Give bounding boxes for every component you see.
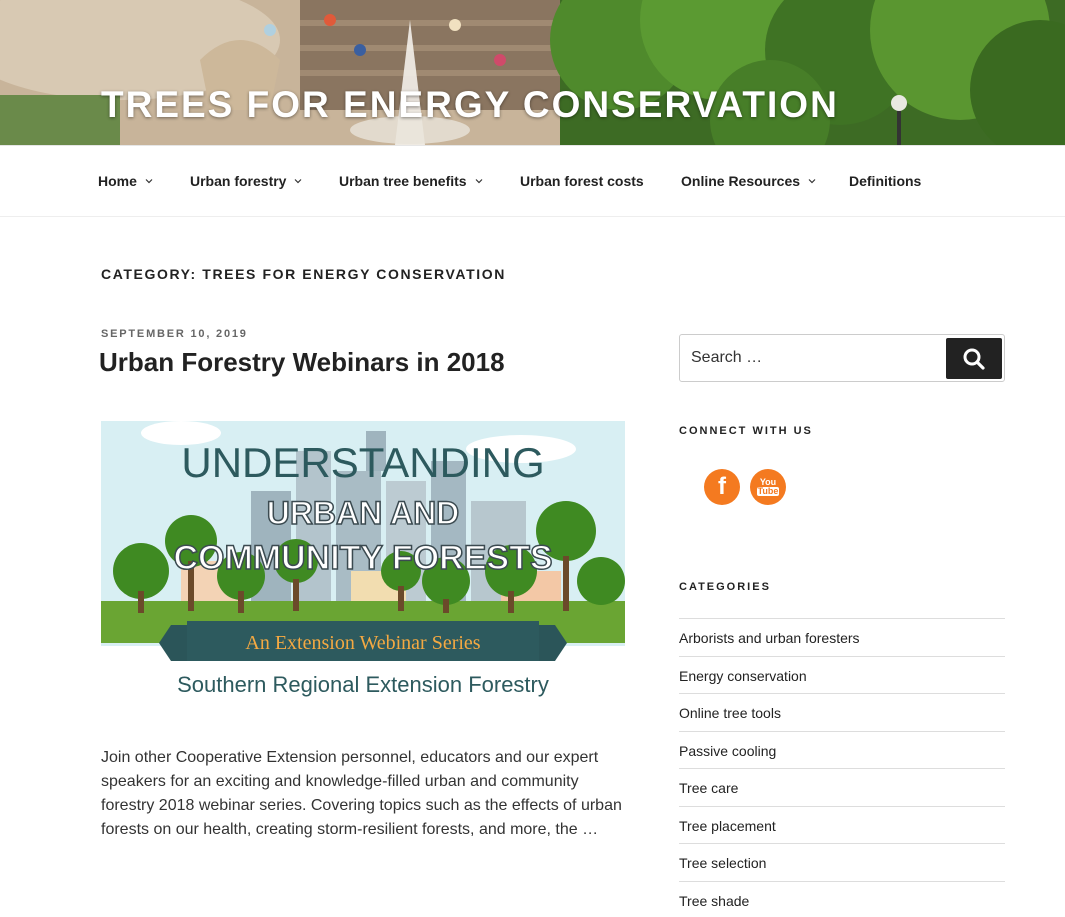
facebook-link[interactable]: f bbox=[704, 469, 740, 505]
category-link[interactable]: Passive cooling bbox=[679, 730, 1005, 769]
nav-item-label: Urban forest costs bbox=[520, 173, 644, 189]
categories-list: Arborists and urban foresters Energy con… bbox=[679, 618, 1005, 917]
search-button[interactable] bbox=[946, 338, 1002, 379]
search-form bbox=[679, 334, 1005, 382]
category-link[interactable]: Online tree tools bbox=[679, 693, 1005, 731]
chevron-down-icon bbox=[808, 179, 816, 184]
post-excerpt: Join other Cooperative Extension personn… bbox=[101, 749, 622, 838]
header-banner: TREES FOR ENERGY CONSERVATION bbox=[0, 0, 1065, 145]
nav-item-label: Definitions bbox=[849, 173, 922, 189]
category-link[interactable]: Arborists and urban foresters bbox=[679, 618, 1005, 656]
chevron-down-icon bbox=[295, 179, 302, 184]
image-line2: URBAN AND bbox=[267, 495, 460, 531]
nav-item-label: Urban forestry bbox=[190, 173, 287, 189]
nav-item-home[interactable]: Home bbox=[98, 173, 153, 189]
image-ribbon: An Extension Webinar Series bbox=[245, 632, 480, 654]
post-date[interactable]: SEPTEMBER 10, 2019 bbox=[101, 328, 248, 340]
youtube-glyph-bottom: Tube bbox=[756, 486, 780, 496]
chevron-down-icon bbox=[475, 179, 483, 184]
youtube-icon: You Tube bbox=[756, 478, 780, 496]
nav-item-label: Home bbox=[98, 173, 137, 189]
archive-heading: CATEGORY: TREES FOR ENERGY CONSERVATION bbox=[101, 266, 506, 282]
nav-item-online-resources[interactable]: Online Resources bbox=[681, 173, 816, 189]
search-input[interactable] bbox=[680, 335, 945, 381]
nav-item-label: Urban tree benefits bbox=[339, 173, 467, 189]
nav-item-urban-forestry[interactable]: Urban forestry bbox=[190, 173, 302, 189]
nav-item-label: Online Resources bbox=[681, 173, 801, 189]
facebook-icon: f bbox=[718, 473, 726, 500]
post-featured-image[interactable]: UNDERSTANDING URBAN AND COMMUNITY FOREST… bbox=[101, 421, 625, 711]
image-line1: UNDERSTANDING bbox=[181, 439, 544, 486]
categories-widget-title: CATEGORIES bbox=[679, 581, 771, 593]
category-link[interactable]: Tree care bbox=[679, 768, 1005, 806]
nav-item-urban-tree-benefits[interactable]: Urban tree benefits bbox=[339, 173, 483, 189]
image-footer: Southern Regional Extension Forestry bbox=[177, 672, 549, 697]
webinar-banner-graphic: UNDERSTANDING URBAN AND COMMUNITY FOREST… bbox=[101, 421, 625, 697]
main-navigation: Home Urban forestry Urban tree benefits … bbox=[0, 145, 1065, 217]
image-line3: COMMUNITY FORESTS bbox=[173, 539, 552, 577]
category-link[interactable]: Tree shade bbox=[679, 880, 1005, 917]
connect-widget-title: CONNECT WITH US bbox=[679, 425, 813, 437]
nav-item-definitions[interactable]: Definitions bbox=[849, 173, 921, 189]
post-title[interactable]: Urban Forestry Webinars in 2018 bbox=[99, 347, 505, 378]
site-title[interactable]: TREES FOR ENERGY CONSERVATION bbox=[101, 84, 839, 126]
search-icon bbox=[963, 348, 985, 370]
youtube-link[interactable]: You Tube bbox=[750, 469, 786, 505]
nav-item-urban-forest-costs[interactable]: Urban forest costs bbox=[520, 173, 644, 189]
category-link[interactable]: Tree placement bbox=[679, 805, 1005, 844]
chevron-down-icon bbox=[145, 179, 153, 184]
category-link[interactable]: Tree selection bbox=[679, 843, 1005, 881]
category-link[interactable]: Energy conservation bbox=[679, 655, 1005, 694]
